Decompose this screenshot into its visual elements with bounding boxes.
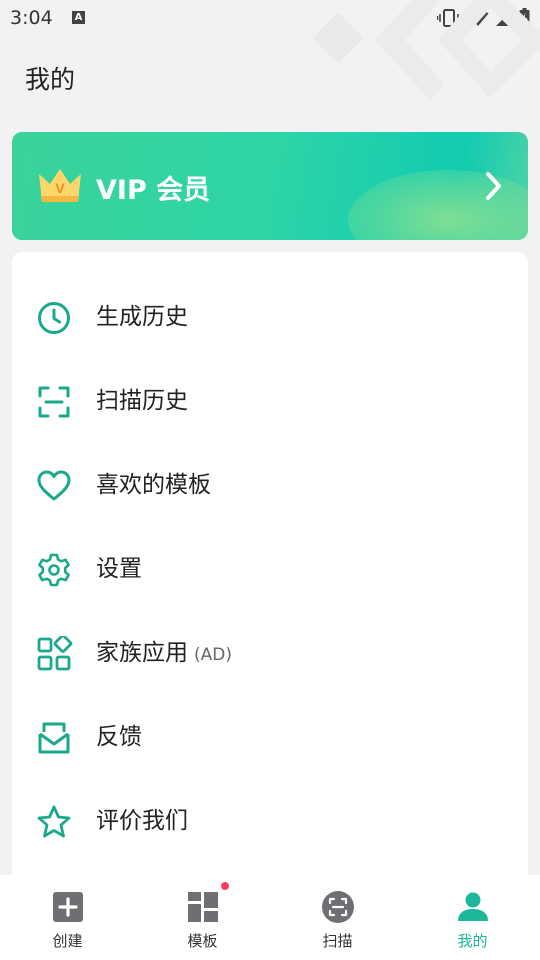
gear-icon xyxy=(38,553,70,587)
menu-item-label-text: 家族应用 xyxy=(96,640,188,666)
menu-item-favorite-templates[interactable]: 喜欢的模板 xyxy=(12,444,528,528)
crown-icon: V xyxy=(39,169,81,202)
menu-item-label: 生成历史 xyxy=(96,304,188,330)
menu-item-label: 反馈 xyxy=(96,724,142,750)
crown-letter: V xyxy=(55,180,65,196)
notification-dot xyxy=(221,882,229,890)
apps-grid-icon xyxy=(37,636,72,671)
menu-item-label: 设置 xyxy=(96,556,142,582)
menu-item-rate-us[interactable]: 评价我们 xyxy=(12,780,528,864)
menu-item-label: 家族应用 (AD) xyxy=(96,636,232,672)
person-icon xyxy=(457,892,488,921)
tab-templates[interactable]: 模板 xyxy=(135,875,270,960)
tab-label: 扫描 xyxy=(322,932,353,950)
plus-square-icon xyxy=(52,892,83,922)
notification-a-icon: A xyxy=(72,11,85,24)
tab-scan[interactable]: 扫描 xyxy=(270,875,405,960)
menu-item-family-apps[interactable]: 家族应用 (AD) xyxy=(12,612,528,696)
menu-item-label: 喜欢的模板 xyxy=(96,472,211,498)
menu-item-scan-history[interactable]: 扫描历史 xyxy=(12,360,528,444)
vip-label: VIP 会员 xyxy=(96,175,211,206)
tab-create[interactable]: 创建 xyxy=(0,875,135,960)
menu-item-generate-history[interactable]: 生成历史 xyxy=(12,276,528,360)
vip-banner[interactable]: V VIP 会员 xyxy=(12,132,528,240)
star-icon xyxy=(37,805,71,838)
ad-tag: (AD) xyxy=(194,645,232,665)
template-grid-icon xyxy=(187,892,218,922)
status-time: 3:04 xyxy=(10,7,53,29)
menu-list: 生成历史 扫描历史 喜欢的模板 设置 家族应用 (AD) 反馈 评价我们 xyxy=(12,252,528,892)
bottom-tab-bar: 创建 模板 扫描 我的 xyxy=(0,875,540,960)
header-decoration xyxy=(312,0,540,100)
tab-label: 我的 xyxy=(457,932,488,950)
menu-item-label: 扫描历史 xyxy=(96,388,188,414)
scan-frame-icon xyxy=(38,386,70,418)
scan-circle-icon xyxy=(321,891,354,923)
tab-me[interactable]: 我的 xyxy=(405,875,540,960)
chevron-right-icon xyxy=(486,172,501,200)
tab-label: 创建 xyxy=(52,932,83,950)
menu-item-feedback[interactable]: 反馈 xyxy=(12,696,528,780)
tab-label: 模板 xyxy=(187,932,218,950)
page-title: 我的 xyxy=(25,65,76,94)
heart-icon xyxy=(37,470,71,501)
clock-icon xyxy=(38,302,70,334)
mail-icon xyxy=(38,722,70,754)
menu-item-settings[interactable]: 设置 xyxy=(12,528,528,612)
menu-item-label: 评价我们 xyxy=(96,808,188,834)
